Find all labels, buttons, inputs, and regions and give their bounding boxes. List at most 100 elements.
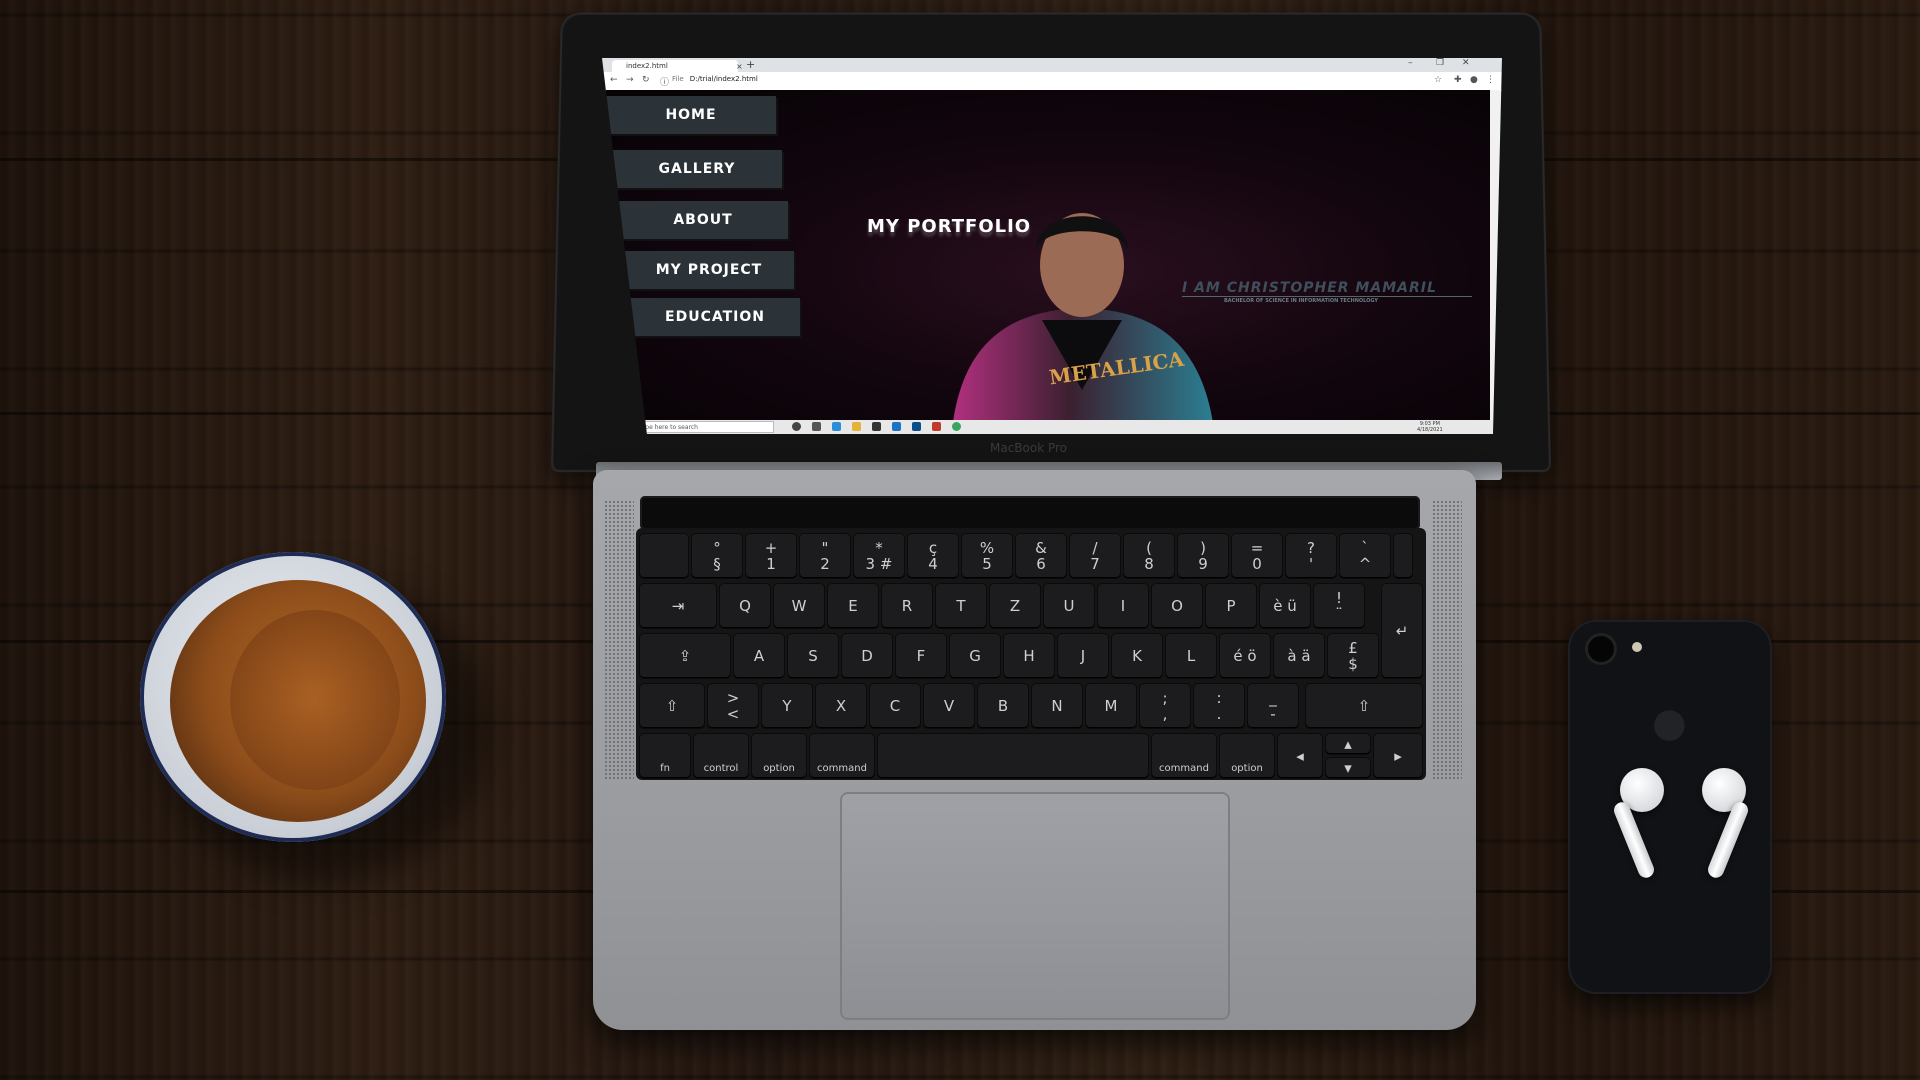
forward-icon[interactable]: → bbox=[626, 75, 634, 85]
task-view-icon[interactable] bbox=[812, 422, 821, 431]
minimize-icon[interactable]: – bbox=[1408, 58, 1413, 68]
vscode-icon[interactable] bbox=[912, 422, 921, 431]
store-icon[interactable] bbox=[872, 422, 881, 431]
profile-avatar-icon[interactable]: ● bbox=[1470, 75, 1478, 85]
return-key[interactable]: ↵ bbox=[1382, 584, 1422, 678]
key-row4-2[interactable]: X bbox=[816, 684, 866, 728]
nav-my-project-button[interactable]: MY PROJECT bbox=[624, 251, 794, 289]
key-row1-11[interactable]: ? ' bbox=[1286, 534, 1336, 578]
key-row4-1[interactable]: Y bbox=[762, 684, 812, 728]
left-option-key[interactable]: option bbox=[752, 734, 806, 778]
key-row1-12[interactable]: ` ^ bbox=[1340, 534, 1390, 578]
key-row1-0[interactable]: ° § bbox=[692, 534, 742, 578]
nav-about-button[interactable]: ABOUT bbox=[618, 201, 788, 239]
key-row4-10[interactable]: _ - bbox=[1248, 684, 1298, 728]
key-row1-4[interactable]: ç 4 bbox=[908, 534, 958, 578]
key-row1-9[interactable]: ) 9 bbox=[1178, 534, 1228, 578]
key-row3-8[interactable]: L bbox=[1166, 634, 1216, 678]
info-icon[interactable]: ⓘ bbox=[660, 75, 669, 88]
key-row2-0[interactable]: Q bbox=[720, 584, 770, 628]
arrow-up-key[interactable]: ▴ bbox=[1326, 734, 1370, 754]
key-row4-6[interactable]: N bbox=[1032, 684, 1082, 728]
phone-flash bbox=[1632, 642, 1642, 652]
star-icon[interactable]: ☆ bbox=[1434, 75, 1442, 85]
key-row1-3[interactable]: * 3 # bbox=[854, 534, 904, 578]
left-shift-key[interactable]: ⇧ bbox=[640, 684, 704, 728]
key-row2-5[interactable]: Z bbox=[990, 584, 1040, 628]
key-row2-7[interactable]: I bbox=[1098, 584, 1148, 628]
caps-key[interactable]: ⇪ bbox=[640, 634, 730, 678]
url-text: D:/trial/index2.html bbox=[689, 75, 758, 83]
key-row2-10[interactable]: è ü bbox=[1260, 584, 1310, 628]
mail-icon[interactable] bbox=[892, 422, 901, 431]
arrow-right-key[interactable]: ▸ bbox=[1374, 734, 1422, 778]
space-key[interactable] bbox=[878, 734, 1148, 778]
tab-key[interactable]: ⇥ bbox=[640, 584, 716, 628]
close-window-icon[interactable]: ✕ bbox=[1462, 58, 1470, 68]
extensions-icon[interactable]: ✚ bbox=[1454, 75, 1462, 85]
key-row2-8[interactable]: O bbox=[1152, 584, 1202, 628]
key-row3-7[interactable]: K bbox=[1112, 634, 1162, 678]
nav-gallery-button[interactable]: GALLERY bbox=[612, 150, 782, 188]
key-row3-9[interactable]: é ö bbox=[1220, 634, 1270, 678]
key-row4-8[interactable]: ; , bbox=[1140, 684, 1190, 728]
key-row3-11[interactable]: £ $ bbox=[1328, 634, 1378, 678]
key-row1-6[interactable]: & 6 bbox=[1016, 534, 1066, 578]
key-row1-10[interactable]: = 0 bbox=[1232, 534, 1282, 578]
reload-icon[interactable]: ↻ bbox=[642, 75, 650, 85]
nav-home-button[interactable]: HOME bbox=[606, 96, 776, 134]
key-row2-1[interactable]: W bbox=[774, 584, 824, 628]
key-row3-5[interactable]: H bbox=[1004, 634, 1054, 678]
taskbar-date: 4/18/2021 bbox=[1417, 427, 1443, 433]
arrow-down-key[interactable]: ▾ bbox=[1326, 758, 1370, 778]
right-shift-key[interactable]: ⇧ bbox=[1306, 684, 1422, 728]
key-row3-4[interactable]: G bbox=[950, 634, 1000, 678]
key-row4-0[interactable]: > < bbox=[708, 684, 758, 728]
right-option-key[interactable]: option bbox=[1220, 734, 1274, 778]
key-row1-5[interactable]: % 5 bbox=[962, 534, 1012, 578]
browser-tab[interactable]: index2.html × bbox=[612, 60, 743, 72]
key-row3-10[interactable]: à ä bbox=[1274, 634, 1324, 678]
touch-bar[interactable] bbox=[640, 496, 1420, 530]
key-row2-3[interactable]: R bbox=[882, 584, 932, 628]
key-row3-0[interactable]: A bbox=[734, 634, 784, 678]
key-row2-2[interactable]: E bbox=[828, 584, 878, 628]
right-command-key[interactable]: command bbox=[1152, 734, 1216, 778]
key-row4-7[interactable]: M bbox=[1086, 684, 1136, 728]
new-tab-icon[interactable]: + bbox=[746, 58, 755, 71]
key-row3-6[interactable]: J bbox=[1058, 634, 1108, 678]
key-row3-3[interactable]: F bbox=[896, 634, 946, 678]
more-menu-icon[interactable]: ⋮ bbox=[1486, 75, 1495, 85]
key-row2-11[interactable]: ! ¨ bbox=[1314, 584, 1364, 628]
cortana-icon[interactable] bbox=[792, 422, 801, 431]
app-icon[interactable] bbox=[932, 422, 941, 431]
key-row1-8[interactable]: ( 8 bbox=[1124, 534, 1174, 578]
file-explorer-icon[interactable] bbox=[852, 422, 861, 431]
esc-key[interactable] bbox=[640, 534, 688, 578]
chrome-icon[interactable] bbox=[952, 422, 961, 431]
url-field[interactable]: File D:/trial/index2.html bbox=[672, 75, 758, 83]
arrow-left-key[interactable]: ◂ bbox=[1278, 734, 1322, 778]
key-row1-7[interactable]: / 7 bbox=[1070, 534, 1120, 578]
trackpad[interactable] bbox=[840, 792, 1230, 1020]
key-row2-9[interactable]: P bbox=[1206, 584, 1256, 628]
left-command-key[interactable]: command bbox=[810, 734, 874, 778]
fn-key[interactable]: fn bbox=[640, 734, 690, 778]
nav-education-button[interactable]: EDUCATION bbox=[630, 298, 800, 336]
key-row3-1[interactable]: S bbox=[788, 634, 838, 678]
taskbar-clock[interactable]: 9:03 PM 4/18/2021 bbox=[1417, 421, 1443, 433]
key-row3-2[interactable]: D bbox=[842, 634, 892, 678]
key-row2-6[interactable]: U bbox=[1044, 584, 1094, 628]
key-row1-2[interactable]: " 2 bbox=[800, 534, 850, 578]
key-row4-4[interactable]: V bbox=[924, 684, 974, 728]
control-key[interactable]: control bbox=[694, 734, 748, 778]
edge-icon[interactable] bbox=[832, 422, 841, 431]
key-row2-4[interactable]: T bbox=[936, 584, 986, 628]
back-icon[interactable]: ← bbox=[610, 75, 618, 85]
key-row4-9[interactable]: : . bbox=[1194, 684, 1244, 728]
key-row4-5[interactable]: B bbox=[978, 684, 1028, 728]
backspace-key[interactable] bbox=[1394, 534, 1412, 578]
maximize-icon[interactable]: ❐ bbox=[1436, 58, 1444, 68]
key-row1-1[interactable]: + 1 bbox=[746, 534, 796, 578]
key-row4-3[interactable]: C bbox=[870, 684, 920, 728]
